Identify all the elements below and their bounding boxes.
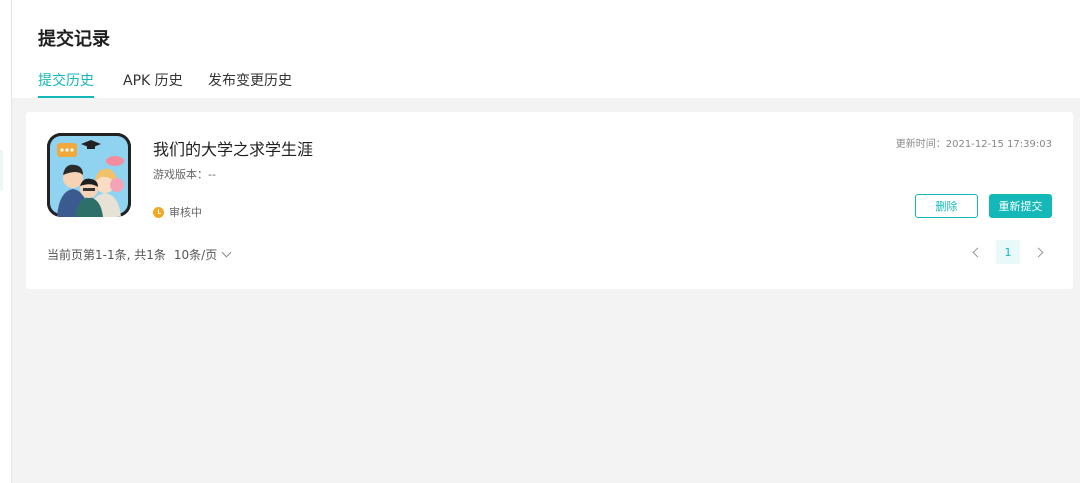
pagination-info: 当前页第1-1条, 共1条 10条/页: [47, 246, 232, 263]
status-text: 审核中: [169, 206, 202, 219]
chevron-left-icon: [972, 247, 983, 257]
tab-apk-history[interactable]: APK 历史: [123, 70, 183, 96]
status-indicator: 审核中: [153, 204, 202, 220]
next-page-button[interactable]: [1028, 240, 1052, 264]
pagination: 1: [964, 240, 1052, 264]
delete-button[interactable]: 删除: [915, 194, 978, 218]
clock-icon: [153, 206, 164, 218]
page-size-select[interactable]: 10条/页: [173, 246, 232, 263]
app-icon-image: [47, 133, 131, 217]
tab-release-change-history[interactable]: 发布变更历史: [208, 70, 292, 96]
page-size-value: 10条/页: [173, 248, 218, 262]
page-title: 提交记录: [38, 29, 110, 50]
app-illustration: [47, 133, 131, 217]
resubmit-button[interactable]: 重新提交: [989, 194, 1052, 218]
prev-page-button[interactable]: [964, 240, 988, 264]
left-rail-marker: [0, 150, 3, 190]
chevron-down-icon: [221, 247, 232, 258]
game-version: 游戏版本：--: [153, 168, 216, 181]
chevron-right-icon: [1033, 247, 1044, 257]
page-header: 提交记录 提交历史 APK 历史 发布变更历史: [12, 0, 1080, 98]
tab-submit-history[interactable]: 提交历史: [38, 70, 94, 98]
app-name[interactable]: 我们的大学之求学生涯: [153, 136, 313, 160]
page-number-current[interactable]: 1: [996, 240, 1020, 264]
record-card: 我们的大学之求学生涯 游戏版本：-- 审核中 更新时间：2021-12-15 1…: [26, 112, 1073, 289]
pagination-summary: 当前页第1-1条, 共1条: [47, 248, 166, 262]
left-rail: [0, 0, 12, 483]
update-time: 更新时间：2021-12-15 17:39:03: [895, 139, 1052, 150]
